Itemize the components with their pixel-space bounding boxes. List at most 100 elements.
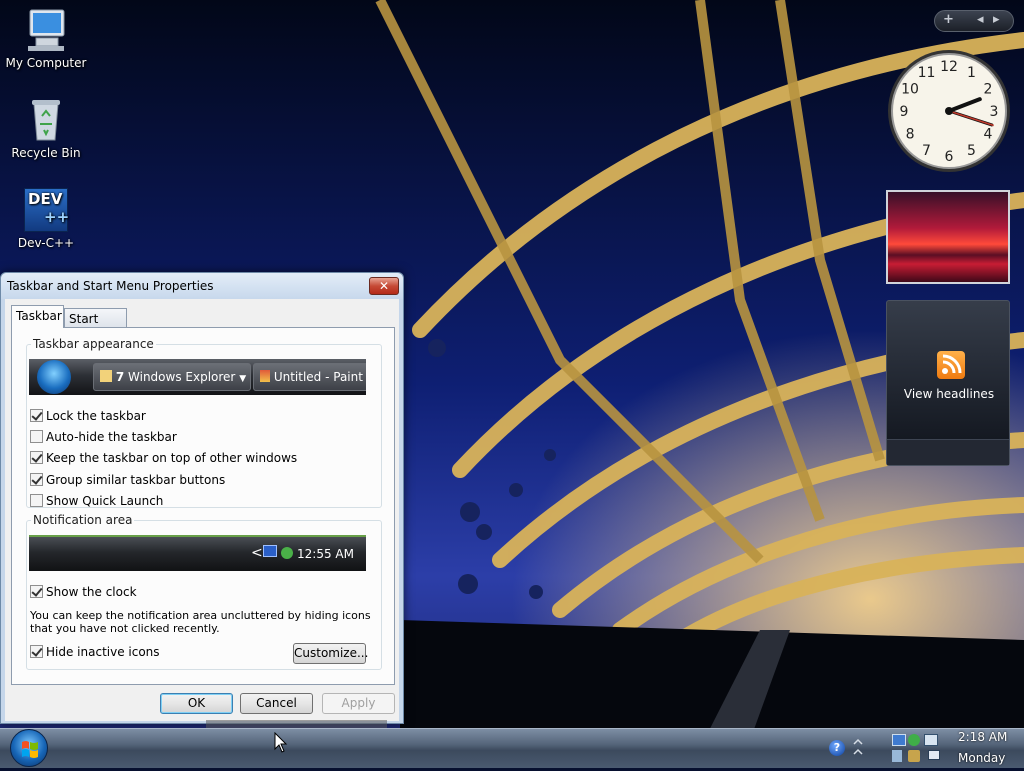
clock-number: 3 (990, 104, 999, 120)
checkbox[interactable] (30, 451, 43, 464)
group-title: Taskbar appearance (31, 337, 156, 351)
feed-headlines-gadget[interactable]: View headlines (886, 300, 1010, 466)
taskbar-properties-dialog: Taskbar and Start Menu Properties ✕ Task… (0, 272, 404, 724)
chevron-down-icon: ▼ (239, 374, 247, 384)
clock-number: 2 (984, 82, 993, 98)
clock-gadget[interactable]: 12 12 3 45678 9 1011 (886, 48, 1012, 174)
computer-icon (22, 6, 70, 54)
tab-taskbar[interactable]: Taskbar (11, 305, 64, 328)
checkbox-label: Auto-hide the taskbar (46, 430, 177, 444)
devcpp-icon: DEV ++ (22, 186, 70, 234)
dialog-body: Taskbar Start Menu Taskbar appearance 7 … (5, 299, 399, 721)
preview-button-label: Windows Explorer (128, 370, 236, 384)
rss-icon (937, 351, 965, 379)
checkbox-lock-taskbar[interactable]: Lock the taskbar (30, 409, 146, 425)
checkbox[interactable] (30, 494, 43, 507)
devcpp-badge: DEV (28, 190, 63, 208)
next-gadget-button[interactable]: ▸ (993, 12, 1000, 27)
security-icon (281, 547, 293, 559)
taskbar (0, 728, 1024, 768)
group-title: Notification area (31, 513, 135, 527)
checkbox-label: Lock the taskbar (46, 409, 146, 423)
notification-description: You can keep the notification area unclu… (30, 609, 371, 635)
taskbar-preview: 7 Windows Explorer ▼ Untitled - Paint (29, 359, 366, 395)
checkbox-label: Show the clock (46, 585, 137, 599)
desktop-icon-label: Dev-C++ (17, 236, 75, 250)
preview-button-count: 7 (115, 370, 125, 384)
checkbox-show-clock[interactable]: Show the clock (30, 585, 137, 601)
desktop-icon-my-computer[interactable]: My Computer (0, 6, 92, 70)
devcpp-badge-plus: ++ (44, 208, 70, 226)
dialog-titlebar[interactable]: Taskbar and Start Menu Properties ✕ (1, 273, 403, 299)
network-icon (263, 545, 277, 557)
close-icon: ✕ (378, 279, 390, 293)
checkbox-label: Group similar taskbar buttons (46, 473, 226, 487)
checkbox-hide-inactive[interactable]: Hide inactive icons (30, 645, 160, 661)
prev-gadget-button[interactable]: ◂ (977, 12, 984, 27)
clock-number: 9 (900, 104, 909, 120)
mouse-cursor-icon (274, 732, 288, 753)
clock-number: 12 (940, 59, 958, 75)
recycle-bin-icon (22, 96, 70, 144)
checkbox-auto-hide[interactable]: Auto-hide the taskbar (30, 430, 177, 446)
preview-button-paint: Untitled - Paint (253, 363, 366, 391)
clock-number: 10 (901, 82, 919, 98)
preview-button-explorer: 7 Windows Explorer ▼ (93, 363, 251, 391)
desktop-icon-label: Recycle Bin (11, 146, 81, 160)
tray-network-icon[interactable] (924, 734, 938, 746)
clock-number: 4 (984, 127, 993, 143)
close-button[interactable]: ✕ (369, 277, 399, 295)
feed-footer (887, 439, 1009, 465)
preview-clock: 12:55 AM (297, 547, 354, 561)
help-icon[interactable]: ? (829, 740, 845, 756)
taskbar-clock-day[interactable]: Monday (958, 751, 1005, 765)
clock-number: 5 (967, 143, 976, 159)
cancel-button[interactable]: Cancel (240, 693, 313, 714)
slideshow-gadget[interactable] (886, 190, 1010, 284)
checkbox[interactable] (30, 473, 43, 486)
desktop-icon-label: My Computer (5, 56, 87, 70)
preview-button-label: Untitled - Paint (273, 370, 363, 384)
notification-preview: < 12:55 AM (29, 535, 366, 571)
tray-app-icon[interactable] (892, 734, 906, 746)
tray-volume-icon[interactable] (908, 750, 920, 762)
chevron-left-icon: < (251, 545, 263, 561)
folder-icon (100, 370, 112, 382)
paint-icon (260, 370, 270, 382)
view-headlines-label[interactable]: View headlines (887, 387, 1011, 401)
clock-number: 11 (918, 65, 936, 81)
tab-start-menu[interactable]: Start Menu (64, 308, 127, 340)
gadget-toolbar: + ◂ ▸ (934, 10, 1014, 32)
tab-panel: Taskbar appearance 7 Windows Explorer ▼ … (11, 327, 395, 685)
clock-number: 1 (967, 65, 976, 81)
checkbox-keep-on-top[interactable]: Keep the taskbar on top of other windows (30, 451, 297, 467)
tray-security-icon[interactable] (908, 734, 920, 746)
checkbox-label: Keep the taskbar on top of other windows (46, 451, 298, 465)
checkbox[interactable] (30, 645, 43, 658)
clock-number: 7 (922, 143, 931, 159)
apply-button[interactable]: Apply (322, 693, 395, 714)
add-gadget-button[interactable]: + (943, 12, 954, 27)
checkbox[interactable] (30, 430, 43, 443)
customize-button[interactable]: Customize... (293, 643, 368, 664)
start-button[interactable] (10, 729, 48, 767)
tray-search-icon[interactable] (892, 750, 902, 762)
clock-number: 8 (906, 127, 915, 143)
windows-logo-icon (22, 741, 38, 758)
ok-button[interactable]: OK (160, 693, 233, 714)
taskbar-clock-time[interactable]: 2:18 AM (958, 730, 1007, 744)
start-orb-preview-icon (37, 360, 71, 394)
checkbox-label: Hide inactive icons (46, 645, 160, 659)
checkbox-quick-launch[interactable]: Show Quick Launch (30, 494, 163, 510)
tray-monitor-icon[interactable] (928, 750, 940, 760)
checkbox[interactable] (30, 409, 43, 422)
desktop-icon-recycle-bin[interactable]: Recycle Bin (0, 96, 92, 160)
checkbox-label: Show Quick Launch (46, 494, 164, 508)
desktop-icon-dev-cpp[interactable]: DEV ++ Dev-C++ (0, 186, 92, 250)
checkbox[interactable] (30, 585, 43, 598)
checkbox-group-buttons[interactable]: Group similar taskbar buttons (30, 473, 225, 489)
clock-number: 6 (945, 149, 954, 165)
dialog-title: Taskbar and Start Menu Properties (7, 279, 214, 293)
taskbar-appearance-group: Taskbar appearance 7 Windows Explorer ▼ … (26, 337, 382, 510)
tray-expand-icon[interactable] (852, 738, 864, 758)
